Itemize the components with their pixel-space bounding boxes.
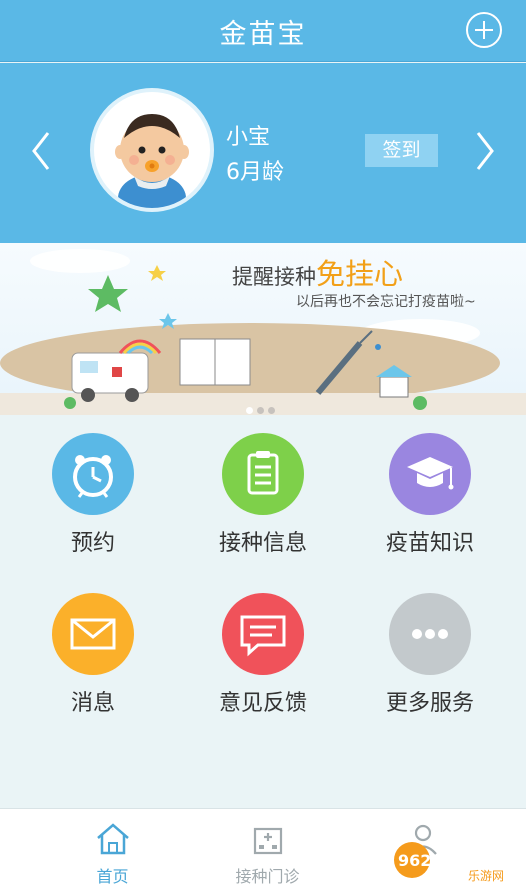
menu-messages[interactable]: 消息 (18, 575, 168, 725)
baby-profile-panel: 小宝 6月龄 签到 (0, 63, 526, 243)
feature-grid: 预约 接种信息 疫苗知识 消息 意见反馈 更多服务 (0, 415, 526, 807)
menu-vaccination-info[interactable]: 接种信息 (188, 415, 338, 565)
alarm-clock-icon (52, 433, 134, 515)
app-header: 金苗宝 (0, 0, 526, 62)
banner-subtitle: 以后再也不会忘记打疫苗啦~ (296, 294, 476, 310)
chevron-right-icon[interactable] (470, 127, 500, 175)
tab-home[interactable]: 首页 (25, 809, 200, 890)
envelope-icon (52, 593, 134, 675)
graduation-cap-icon (389, 433, 471, 515)
pager-dot-active[interactable] (246, 407, 253, 414)
menu-appointment[interactable]: 预约 (18, 415, 168, 565)
tab-label: 首页 (96, 867, 129, 886)
site-watermark: 962.NET 乐游网 (390, 836, 520, 884)
signin-button[interactable]: 签到 (365, 134, 438, 167)
menu-feedback[interactable]: 意见反馈 (188, 575, 338, 725)
menu-label: 预约 (70, 531, 115, 556)
baby-age: 6月龄 (226, 160, 284, 185)
menu-label: 消息 (70, 691, 115, 716)
chat-bubble-icon (222, 593, 304, 675)
menu-vaccine-knowledge[interactable]: 疫苗知识 (355, 415, 505, 565)
app-title: 金苗宝 (219, 19, 307, 50)
banner-headline-highlight: 免挂心 (316, 257, 404, 291)
watermark-subtext: 乐游网 (468, 869, 504, 883)
tab-vaccination-clinic[interactable]: 接种门诊 (180, 809, 355, 890)
home-icon (97, 823, 129, 855)
baby-name: 小宝 (226, 125, 271, 150)
banner-headline: 提醒接种免挂心 (232, 251, 403, 293)
tab-label: 接种门诊 (235, 867, 300, 886)
baby-avatar[interactable] (90, 88, 214, 212)
add-icon[interactable] (466, 12, 502, 48)
menu-label: 接种信息 (218, 531, 307, 556)
pager-dot[interactable] (268, 407, 275, 414)
chevron-left-icon[interactable] (26, 127, 56, 175)
watermark-text: 962.NET (398, 851, 473, 870)
clipboard-icon (222, 433, 304, 515)
menu-label: 疫苗知识 (385, 531, 474, 556)
more-dots-icon (389, 593, 471, 675)
menu-label: 更多服务 (385, 691, 474, 716)
hospital-icon (253, 827, 283, 855)
menu-more-services[interactable]: 更多服务 (355, 575, 505, 725)
promo-banner[interactable]: 提醒接种免挂心 以后再也不会忘记打疫苗啦~ (0, 243, 526, 415)
banner-pager[interactable] (246, 399, 279, 415)
menu-label: 意见反馈 (218, 691, 307, 716)
banner-headline-prefix: 提醒接种 (232, 265, 316, 289)
pager-dot[interactable] (257, 407, 264, 414)
